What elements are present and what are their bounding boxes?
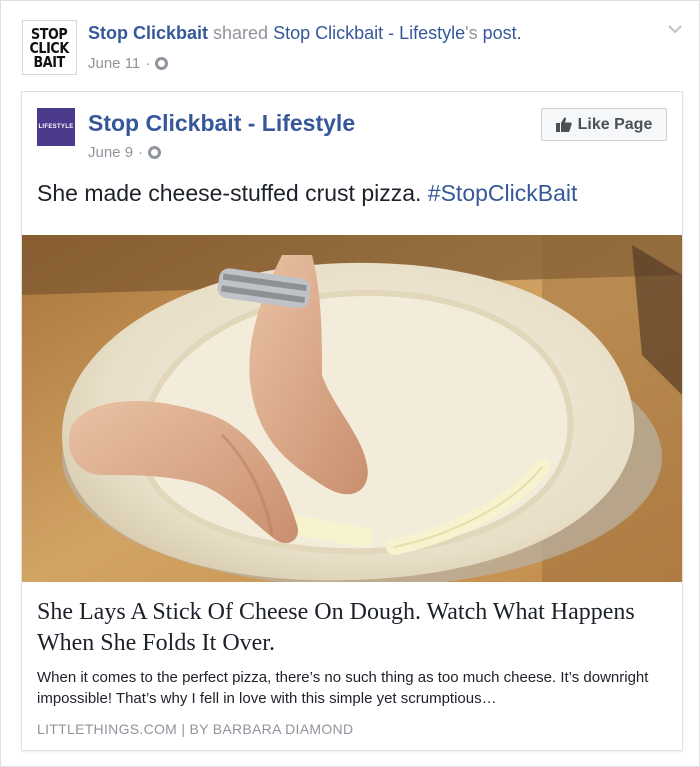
chevron-down-icon[interactable] xyxy=(667,23,683,35)
post-meta: June 11 · xyxy=(88,55,169,72)
possessive: 's xyxy=(465,23,483,43)
logo-line-3: BAIT xyxy=(33,52,66,71)
thumbs-up-icon xyxy=(555,117,572,132)
avatar-text: LIFESTYLE xyxy=(38,124,74,130)
link-source: LITTLETHINGS.COM | BY BARBARA DIAMOND xyxy=(37,721,353,737)
meta-separator: · xyxy=(145,55,151,72)
source-domain: LITTLETHINGS.COM xyxy=(37,721,178,737)
shared-post-date[interactable]: June 9 xyxy=(88,144,133,161)
link-description[interactable]: When it comes to the perfect pizza, ther… xyxy=(37,667,667,709)
shared-word: shared xyxy=(208,23,274,43)
post-date[interactable]: June 11 xyxy=(88,55,140,72)
post-link[interactable]: post. xyxy=(483,23,522,43)
like-page-button[interactable]: Like Page xyxy=(541,108,667,141)
status-text: She made cheese-stuffed crust pizza. xyxy=(37,180,428,206)
pizza-dough-photo xyxy=(22,235,682,582)
source-divider: | xyxy=(181,721,186,737)
meta-separator: · xyxy=(138,144,144,161)
page-avatar[interactable]: STOP CLICK BAIT xyxy=(22,20,77,75)
shared-post-meta: June 9 · xyxy=(88,144,162,161)
like-page-label: Like Page xyxy=(577,115,653,133)
lifestyle-page-avatar[interactable]: LIFESTYLE xyxy=(37,108,75,146)
author-link[interactable]: Stop Clickbait xyxy=(88,23,208,43)
hashtag-link[interactable]: #StopClickBait xyxy=(428,180,578,206)
globe-icon[interactable] xyxy=(148,146,162,159)
globe-icon[interactable] xyxy=(155,57,169,70)
stop-clickbait-logo: STOP CLICK BAIT xyxy=(30,26,70,71)
post-status-text: She made cheese-stuffed crust pizza. #St… xyxy=(37,180,577,207)
link-title[interactable]: She Lays A Stick Of Cheese On Dough. Wat… xyxy=(37,597,667,659)
post-header-line: Stop Clickbait shared Stop Clickbait - L… xyxy=(88,23,522,44)
link-preview-image[interactable] xyxy=(22,235,682,582)
source-byline: BY BARBARA DIAMOND xyxy=(189,721,354,737)
feed-post: STOP CLICK BAIT Stop Clickbait shared St… xyxy=(0,0,700,767)
shared-page-link[interactable]: Stop Clickbait - Lifestyle xyxy=(273,23,465,43)
shared-page-name[interactable]: Stop Clickbait - Lifestyle xyxy=(88,110,355,137)
shared-post-card: LIFESTYLE Stop Clickbait - Lifestyle Jun… xyxy=(21,91,683,751)
